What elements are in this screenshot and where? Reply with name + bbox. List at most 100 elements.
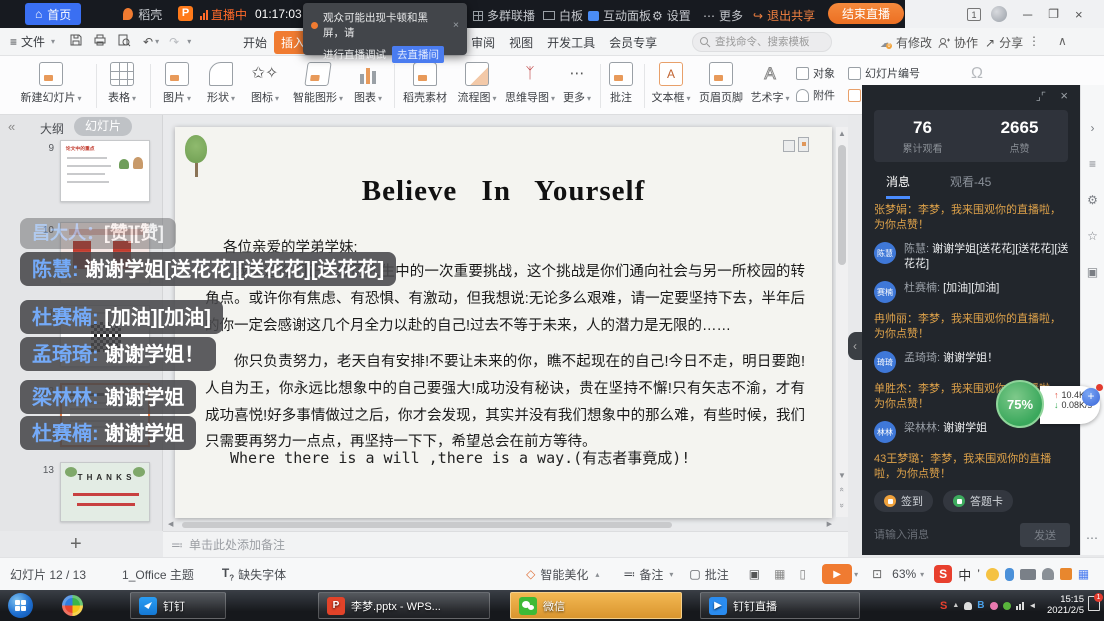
mindmap-button[interactable]: ᛉ 思维导图▾ [502,62,558,105]
slide-canvas[interactable]: Believe In Yourself 各位亲爱的学弟学妹: 我知道你们正在经历… [175,127,832,518]
taskbar-dingtalk-live[interactable]: ▶ 钉钉直播 [700,592,860,619]
ime-mode-label[interactable]: 中 [958,565,971,584]
fit-slide-icon[interactable]: ⊡ [872,567,882,581]
search-box[interactable] [692,32,832,52]
taskbar-dingtalk[interactable]: 钉钉 [130,592,226,619]
theme-name[interactable]: 1_Office 主题 [122,566,194,583]
add-slide-button[interactable]: + [70,533,82,556]
chart-button[interactable]: 图表▾ [348,62,388,105]
scroll-down-icon[interactable]: ▼ [836,471,848,480]
minimize-button[interactable]: ─ [1023,7,1032,22]
reading-view-icon[interactable]: ▯ [799,567,806,581]
tab-member[interactable]: 会员专享 [602,31,664,54]
beautify-button[interactable]: ◇ 智能美化▴ [526,566,599,583]
chat-input[interactable] [874,529,994,541]
scroll-left-icon[interactable]: ◀ [168,520,173,528]
share-button[interactable]: ↗ 分享 [985,34,1023,51]
ime-toolbox-icon[interactable]: ▦ [1078,567,1089,581]
more-button[interactable]: ⋯ 更多 [703,7,743,24]
toast-close-icon[interactable]: × [453,19,459,31]
file-menu[interactable]: ≡ 文件 ▾ [10,33,55,50]
notification-center-icon[interactable]: 1 [1088,596,1100,611]
comments-button[interactable]: ▢ 批注 [689,566,728,583]
next-slide-icon[interactable]: » [838,500,847,512]
expand-icon[interactable]: › [1091,121,1095,135]
normal-view-icon[interactable]: ▣ [749,567,760,581]
ime-punct-icon[interactable]: ’ [977,567,980,581]
slide-thumbnail-13[interactable]: T H A N K S [60,462,150,522]
notes-bar[interactable]: ≕ 单击此处添加备注 [163,531,848,557]
chat-panel-collapse-handle[interactable]: ‹ [848,332,862,360]
missing-font-warning[interactable]: T? 缺失字体 [222,566,286,583]
beautify-star-icon[interactable]: ☆ [1087,229,1098,243]
new-slide-button[interactable]: 新建幻灯片▾ [12,62,90,105]
adjust-sliders-icon[interactable]: ⚙ [1087,193,1098,207]
object-button[interactable]: 对象 [796,62,835,84]
network-signal-icon[interactable] [1016,602,1024,610]
wordart-button[interactable]: A 艺术字▾ [748,62,792,105]
collapse-panel-icon[interactable]: « [8,119,15,134]
exit-share-button[interactable]: ↪ 退出共享 [753,7,815,24]
ime-skin-icon[interactable] [1060,568,1072,580]
tab-chat-watching[interactable]: 观看-45 [950,173,991,199]
mic-icon[interactable] [1005,568,1014,581]
hscroll-thumb[interactable] [182,522,672,528]
attachment-button[interactable]: 附件 [796,84,835,106]
slide-number-button[interactable]: 幻灯片编号 [848,62,920,84]
flowchart-button[interactable]: 流程图▾ [454,62,500,105]
maximize-button[interactable]: ❐ [1048,7,1059,21]
tab-outline[interactable]: 大纲 [40,120,64,137]
scroll-up-icon[interactable]: ▲ [836,129,848,138]
vscroll-thumb[interactable] [838,145,846,265]
send-button[interactable]: 发送 [1020,523,1070,547]
grid-view-icon[interactable]: ▦ [774,567,785,581]
redo-icon[interactable]: ↷ [169,35,179,49]
bell-icon[interactable] [964,602,972,610]
print-preview-icon[interactable] [117,33,131,50]
tab-slides[interactable]: 幻灯片 [74,117,132,136]
scroll-right-icon[interactable]: ▶ [827,520,832,528]
editor-vscrollbar[interactable]: ▲ ▼ « » [836,127,848,517]
quiz-card-button[interactable]: 答题卡 [943,490,1013,512]
taskbar-wechat[interactable]: 微信 [510,592,682,619]
smartart-button[interactable]: 智能图形▾ [290,62,346,105]
net-speed-widget[interactable]: ↑10.4K/s ↓0.08K/s 75% + [996,380,1104,430]
prev-slide-icon[interactable]: « [838,484,847,496]
account-avatar[interactable] [991,6,1007,22]
signin-button[interactable]: 签到 [874,490,933,512]
textbox-button[interactable]: A 文本框▾ [648,62,694,105]
zoom-control[interactable]: 63%▾ [892,567,924,581]
play-slideshow-button[interactable]: ▶ [822,564,852,584]
tray-green-app-icon[interactable] [1003,602,1011,610]
ime-profile-icon[interactable] [1042,568,1054,580]
icons-button[interactable]: ✩✧ 图标▾ [244,62,286,105]
chat-message-list[interactable]: 张梦娟：李梦，我来围观你的直播啦，为你点赞！ 陈慧 陈慧: 谢谢学姐[送花花][… [874,203,1070,483]
start-button[interactable] [8,593,33,618]
more-menu-icon[interactable]: ⋮ [1028,34,1040,48]
table-button[interactable]: 表格▾ [100,62,144,105]
keyboard-icon[interactable] [1020,569,1036,580]
undo-icon[interactable]: ↶ [143,35,153,49]
multi-cast-button[interactable]: 多群联播 [473,7,535,24]
modified-status[interactable]: ☁0 有修改 [880,34,932,51]
tray-hidden-icons-arrow[interactable]: ▲ [952,602,959,609]
tab-review[interactable]: 审阅 [464,31,502,54]
save-icon[interactable] [69,33,83,50]
window-count-badge[interactable]: 1 [967,8,981,21]
editor-hscrollbar[interactable]: ◀ ▶ [168,521,832,529]
tab-docer[interactable]: 稻壳 [113,3,172,25]
shapes-button[interactable]: 形状▾ [200,62,242,105]
notes-toggle-button[interactable]: ≕ 备注▾ [623,566,673,583]
tray-sogou-icon[interactable]: S [940,600,947,612]
search-input[interactable] [692,32,832,52]
comment-button[interactable]: 批注 [604,62,638,105]
toast-action-link[interactable]: 去直播间 [392,46,444,63]
tab-start[interactable]: 开始 [236,31,274,54]
clock[interactable]: 15:15 2021/2/5 [1030,594,1084,616]
interact-panel-button[interactable]: 互动面板 [588,7,651,24]
emoji-icon[interactable] [986,568,999,581]
tab-devtools[interactable]: 开发工具 [540,31,602,54]
close-button[interactable]: × [1075,7,1083,22]
collapse-ribbon-icon[interactable]: ∧ [1058,34,1067,48]
tab-view[interactable]: 视图 [502,31,540,54]
